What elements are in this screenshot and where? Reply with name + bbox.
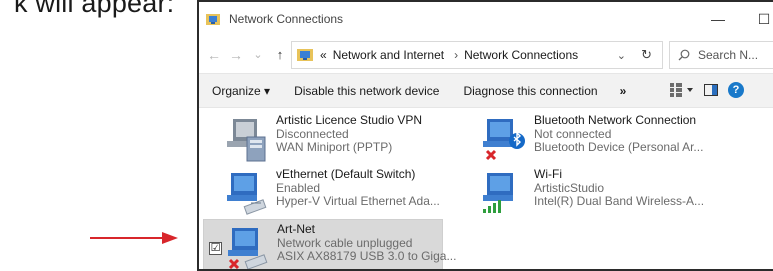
ethernet-adapter-icon (228, 228, 268, 269)
connection-status: ArtisticStudio (534, 180, 605, 195)
maximize-button[interactable]: ☐ (741, 2, 773, 36)
connection-status: Enabled (276, 180, 321, 195)
more-commands-button[interactable]: » (610, 84, 637, 98)
diagnose-connection-button[interactable]: Diagnose this connection (451, 84, 609, 98)
bluetooth-adapter-icon (483, 119, 525, 161)
network-connections-window: Network Connections — ☐ ✕ ← → ⌄ ↑ « Netw… (197, 0, 773, 271)
connection-item-bluetooth[interactable]: Bluetooth Network Connection Not connect… (461, 111, 723, 165)
connection-status: Not connected (534, 126, 612, 141)
network-folder-icon (206, 14, 220, 25)
refresh-icon[interactable]: ↻ (641, 47, 652, 63)
connection-name: Artistic Licence Studio VPN (276, 113, 423, 127)
selection-checkbox[interactable]: ☑ (209, 242, 222, 255)
background-caption: k will appear: (14, 0, 175, 18)
view-controls: ? (670, 82, 744, 98)
breadcrumb-network-connections[interactable]: Network Connections (464, 48, 578, 62)
connection-item-vpn[interactable]: Artistic Licence Studio VPN Disconnected… (203, 111, 465, 165)
address-overflow-chevron[interactable]: « (320, 48, 327, 62)
preview-pane-icon[interactable] (704, 84, 718, 96)
connection-device: WAN Miniport (PPTP) (276, 140, 393, 154)
network-folder-icon (297, 49, 313, 61)
connection-item-art-net[interactable]: ☑ Art-Net Network cable unplugged ASIX A… (203, 219, 456, 269)
up-button[interactable]: ↑ (269, 47, 291, 62)
window-title: Network Connections (229, 12, 344, 26)
connection-status: Network cable unplugged (277, 235, 413, 250)
minimize-button[interactable]: — (695, 2, 741, 36)
command-bar: Organize ▾ Disable this network device D… (199, 74, 773, 108)
address-bar[interactable]: « Network and Internet › Network Connect… (291, 41, 663, 69)
wifi-adapter-icon (483, 173, 513, 213)
change-view-icon[interactable] (670, 83, 694, 97)
connection-name: Art-Net (277, 222, 316, 236)
connection-device: Hyper-V Virtual Ethernet Ada... (276, 194, 440, 208)
connection-status: Disconnected (276, 126, 349, 141)
connection-name: vEthernet (Default Switch) (276, 167, 416, 181)
vpn-adapter-icon (227, 119, 266, 162)
connection-item-vethernet[interactable]: vEthernet (Default Switch) Enabled Hyper… (203, 165, 465, 219)
connection-name: Wi-Fi (534, 167, 562, 181)
search-box[interactable]: Search N... (669, 41, 773, 69)
connection-item-wifi[interactable]: Wi-Fi ArtisticStudio Intel(R) Dual Band … (461, 165, 723, 219)
breadcrumb-separator[interactable]: › (454, 48, 458, 62)
help-button[interactable]: ? (728, 82, 744, 98)
back-button[interactable]: ← (203, 47, 225, 63)
connection-device: Bluetooth Device (Personal Ar... (534, 140, 704, 154)
breadcrumb-network-and-internet[interactable]: Network and Internet (333, 48, 444, 62)
search-icon (678, 49, 690, 61)
organize-menu-button[interactable]: Organize ▾ (199, 84, 282, 98)
forward-button[interactable]: → (225, 47, 247, 63)
recent-locations-button[interactable]: ⌄ (247, 48, 269, 61)
connection-name: Bluetooth Network Connection (534, 113, 697, 127)
disable-network-device-button[interactable]: Disable this network device (282, 84, 451, 98)
address-row: ← → ⌄ ↑ « Network and Internet › Network… (199, 36, 773, 74)
address-dropdown-icon[interactable]: ⌄ (617, 49, 626, 62)
connection-device: Intel(R) Dual Band Wireless-A... (534, 194, 705, 208)
connections-list: Artistic Licence Studio VPN Disconnected… (199, 108, 773, 269)
red-arrow-pointer (90, 232, 178, 244)
title-bar: Network Connections — ☐ ✕ (199, 2, 773, 36)
search-input[interactable]: Search N... (698, 48, 758, 62)
ethernet-adapter-icon (227, 173, 267, 215)
connection-device: ASIX AX88179 USB 3.0 to Giga... (277, 249, 457, 263)
